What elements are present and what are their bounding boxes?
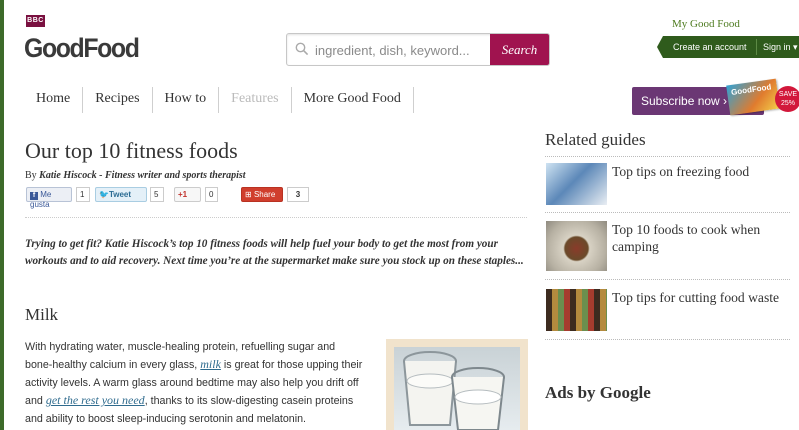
sign-in-link[interactable]: Sign in ▾ <box>763 42 798 53</box>
google-plus-label: +1 <box>178 190 188 199</box>
sign-in-label: Sign in <box>763 42 791 52</box>
twitter-icon: 🐦 <box>99 190 109 199</box>
magazine-cover-image[interactable]: GoodFood <box>726 78 780 116</box>
byline: By Katie Hiscock - Fitness writer and sp… <box>25 170 246 181</box>
google-plus-count: 0 <box>205 187 218 202</box>
byline-prefix: By <box>25 170 37 181</box>
search-button[interactable]: Search <box>490 34 549 65</box>
sidebar-divider <box>545 156 790 157</box>
guide-thumbnail[interactable] <box>546 163 607 205</box>
nav-item-more-good-food[interactable]: More Good Food <box>292 87 414 113</box>
chevron-down-icon: ▾ <box>793 42 798 52</box>
milk-link[interactable]: milk <box>200 357 221 371</box>
goodfood-logo[interactable]: GoodFood <box>24 33 140 64</box>
article-intro: Trying to get fit? Katie Hiscock’s top 1… <box>25 238 524 267</box>
create-account-link[interactable]: Create an account <box>673 42 747 52</box>
article-divider <box>25 217 527 218</box>
account-divider <box>756 39 757 55</box>
facebook-like-button[interactable]: f Me gusta <box>26 187 72 209</box>
sidebar-divider <box>545 279 790 280</box>
guide-title[interactable]: Top tips on freezing food <box>612 163 792 180</box>
search-box: Search <box>286 33 550 66</box>
sidebar-divider <box>545 339 790 340</box>
article-title: Our top 10 fitness foods <box>25 138 238 163</box>
tweet-label: Tweet <box>108 190 132 199</box>
share-count: 3 <box>287 187 309 202</box>
main-nav: Home Recipes How to Features More Good F… <box>24 87 414 113</box>
milk-glasses-illustration <box>403 351 505 430</box>
nav-item-how-to[interactable]: How to <box>153 87 220 113</box>
account-bar: Create an account Sign in ▾ <box>657 36 799 58</box>
share-label: Share <box>253 190 276 199</box>
facebook-icon: f <box>30 192 38 200</box>
subscribe-label: Subscribe now › <box>641 94 728 108</box>
ads-heading: Ads by Google <box>545 383 651 402</box>
magazine-cover-title: GoodFood <box>730 82 772 97</box>
my-good-food-link[interactable]: My Good Food <box>672 18 740 30</box>
guide-title[interactable]: Top 10 foods to cook when camping <box>612 221 792 255</box>
sidebar-divider <box>545 212 790 213</box>
nav-item-home[interactable]: Home <box>24 87 84 113</box>
share-icon: ⊞ <box>245 190 252 199</box>
bbc-logo[interactable]: BBC <box>26 15 45 27</box>
google-plus-button[interactable]: +1 <box>174 187 201 202</box>
section-heading: Milk <box>25 305 59 324</box>
guide-title[interactable]: Top tips for cutting food waste <box>612 289 792 306</box>
share-button[interactable]: ⊞ Share <box>241 187 283 202</box>
rest-link[interactable]: get the rest you need <box>46 393 145 407</box>
facebook-like-count: 1 <box>76 187 90 202</box>
section-body: With hydrating water, muscle-healing pro… <box>25 339 365 428</box>
nav-item-recipes[interactable]: Recipes <box>83 87 153 113</box>
milk-glasses-image <box>386 339 528 430</box>
left-page-edge <box>0 0 4 430</box>
nav-item-features[interactable]: Features <box>219 87 292 113</box>
byline-author: Katie Hiscock - Fitness writer and sport… <box>39 170 246 181</box>
guide-thumbnail[interactable] <box>546 221 607 271</box>
search-input[interactable] <box>315 40 485 60</box>
milk-photo <box>394 347 520 430</box>
guide-thumbnail[interactable] <box>546 289 607 331</box>
tweet-button[interactable]: 🐦Tweet <box>95 187 147 202</box>
tweet-count: 5 <box>150 187 164 202</box>
search-icon <box>295 42 309 56</box>
related-guides-heading: Related guides <box>545 130 646 149</box>
save-badge: SAVE 25% <box>775 86 799 112</box>
